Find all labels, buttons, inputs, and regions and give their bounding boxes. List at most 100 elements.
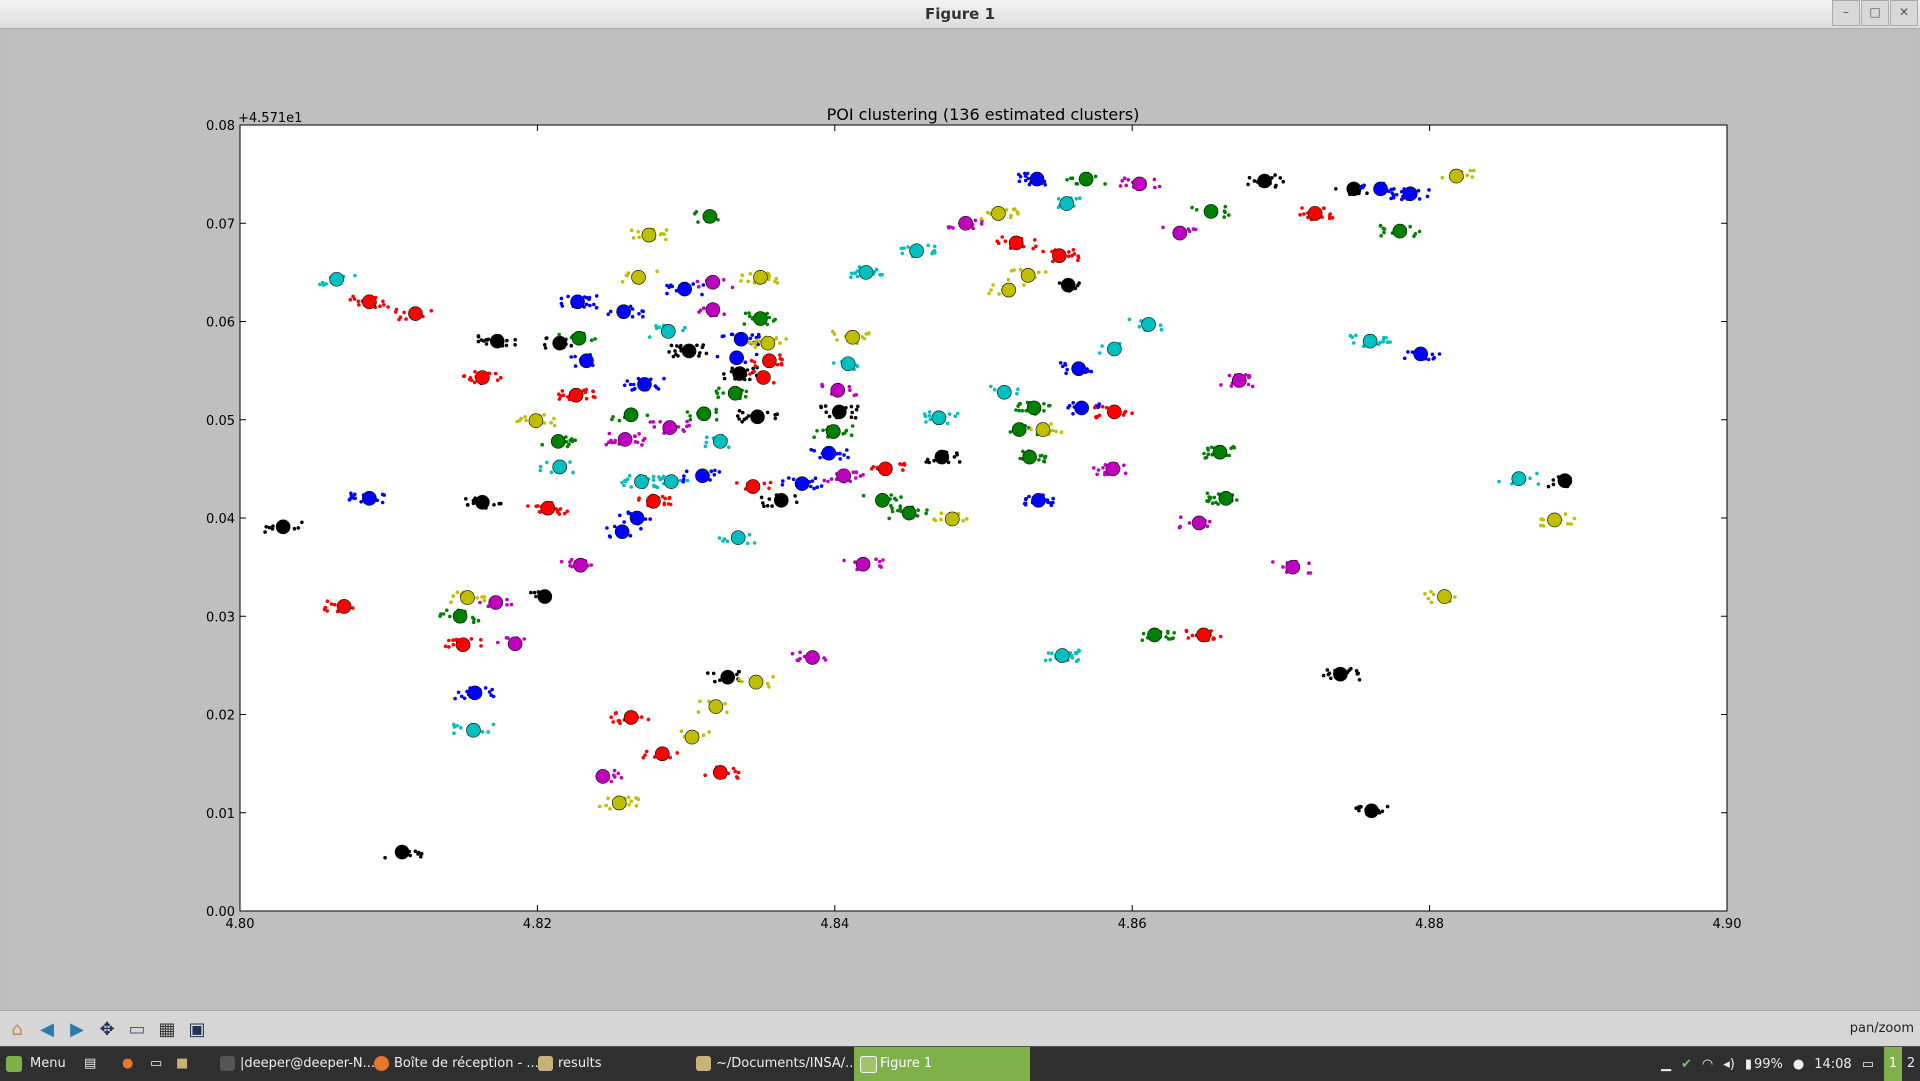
cluster-centroid[interactable] <box>634 474 649 489</box>
cluster-centroid[interactable] <box>570 294 585 310</box>
battery-icon[interactable]: ▮ <box>1745 1057 1752 1072</box>
cluster-centroid[interactable] <box>831 404 847 420</box>
cluster-centroid[interactable] <box>475 370 490 385</box>
cluster-centroid[interactable] <box>1257 173 1272 189</box>
cluster-centroid[interactable] <box>855 556 871 572</box>
cluster-centroid[interactable] <box>1147 627 1162 643</box>
cluster-centroid[interactable] <box>641 227 657 243</box>
cluster-centroid[interactable] <box>1333 666 1348 682</box>
cluster-centroid[interactable] <box>1011 422 1027 437</box>
cluster-centroid[interactable] <box>568 387 584 403</box>
cluster-centroid[interactable] <box>489 333 505 349</box>
cluster-centroid[interactable] <box>1402 186 1418 202</box>
cluster-centroid[interactable] <box>805 650 820 665</box>
cluster-centroid[interactable] <box>836 468 852 484</box>
cluster-centroid[interactable] <box>1105 461 1121 477</box>
cluster-centroid[interactable] <box>1285 559 1301 575</box>
cluster-centroid[interactable] <box>467 685 483 701</box>
cluster-centroid[interactable] <box>1511 471 1527 487</box>
cluster-centroid[interactable] <box>875 493 890 508</box>
cluster-centroid[interactable] <box>646 493 661 509</box>
cluster-centroid[interactable] <box>1231 373 1247 388</box>
clock[interactable]: 14:08 <box>1814 1057 1851 1072</box>
cluster-centroid[interactable] <box>1392 223 1408 239</box>
cluster-centroid[interactable] <box>997 384 1012 400</box>
cluster-centroid[interactable] <box>713 434 728 449</box>
cluster-centroid[interactable] <box>1029 171 1045 187</box>
task-documents[interactable]: ~/Documents/INSA/... <box>690 1047 876 1081</box>
cluster-centroid[interactable] <box>631 269 646 285</box>
cluster-centroid[interactable] <box>623 710 639 725</box>
cluster-centroid[interactable] <box>878 461 893 477</box>
cluster-centroid[interactable] <box>1074 400 1089 416</box>
cluster-centroid[interactable] <box>452 608 468 624</box>
cluster-centroid[interactable] <box>753 311 768 326</box>
cluster-centroid[interactable] <box>696 406 712 422</box>
cluster-centroid[interactable] <box>1196 627 1211 643</box>
cluster-centroid[interactable] <box>1001 282 1017 298</box>
cluster-centroid[interactable] <box>1071 361 1086 376</box>
cluster-centroid[interactable] <box>663 474 679 489</box>
cluster-centroid[interactable] <box>695 468 710 484</box>
cluster-centroid[interactable] <box>408 306 423 321</box>
cluster-centroid[interactable] <box>1060 277 1076 293</box>
cluster-centroid[interactable] <box>729 350 744 366</box>
cluster-centroid[interactable] <box>901 505 917 521</box>
cluster-centroid[interactable] <box>362 294 377 310</box>
cluster-centroid[interactable] <box>705 302 721 318</box>
cluster-centroid[interactable] <box>1373 181 1388 197</box>
workspace-1[interactable]: 1 <box>1884 1047 1902 1081</box>
cluster-centroid[interactable] <box>991 206 1006 221</box>
cluster-centroid[interactable] <box>571 330 587 346</box>
launcher-files-icon[interactable]: ▤ <box>84 1047 96 1081</box>
cluster-centroid[interactable] <box>662 420 678 435</box>
cluster-centroid[interactable] <box>528 413 544 429</box>
cluster-centroid[interactable] <box>507 636 523 652</box>
cluster-centroid[interactable] <box>745 479 761 494</box>
cluster-centroid[interactable] <box>611 795 627 811</box>
cluster-centroid[interactable] <box>1008 235 1024 251</box>
cluster-centroid[interactable] <box>540 500 556 516</box>
workspace-2[interactable]: 2 <box>1902 1047 1920 1081</box>
cluster-centroid[interactable] <box>1557 473 1573 488</box>
cluster-centroid[interactable] <box>637 377 652 392</box>
cluster-centroid[interactable] <box>1052 248 1067 263</box>
cluster-centroid[interactable] <box>573 557 588 573</box>
cluster-centroid[interactable] <box>944 511 960 527</box>
cluster-centroid[interactable] <box>460 590 475 605</box>
cluster-centroid[interactable] <box>750 409 765 425</box>
shield-icon[interactable]: ✔ <box>1681 1057 1692 1072</box>
launcher-folder-icon[interactable]: ■ <box>176 1047 188 1081</box>
cluster-centroid[interactable] <box>1035 422 1051 437</box>
subplots-icon[interactable]: ▦ <box>154 1016 180 1042</box>
back-icon[interactable]: ◀ <box>34 1016 60 1042</box>
cluster-centroid[interactable] <box>909 243 924 259</box>
zoom-icon[interactable]: ▭ <box>124 1016 150 1042</box>
task-figure-1[interactable]: Figure 1 <box>854 1047 1030 1081</box>
cluster-centroid[interactable] <box>821 445 837 461</box>
cluster-centroid[interactable] <box>958 215 973 231</box>
cluster-centroid[interactable] <box>550 434 566 449</box>
cluster-centroid[interactable] <box>1191 515 1207 531</box>
cluster-centroid[interactable] <box>730 530 746 545</box>
cluster-centroid[interactable] <box>579 353 594 369</box>
volume-icon[interactable]: ◂) <box>1723 1057 1735 1072</box>
home-icon[interactable]: ⌂ <box>4 1016 30 1042</box>
cluster-centroid[interactable] <box>705 274 721 290</box>
user-icon[interactable]: ● <box>1793 1057 1804 1072</box>
cluster-centroid[interactable] <box>1107 341 1122 357</box>
cluster-centroid[interactable] <box>1307 206 1323 221</box>
cluster-centroid[interactable] <box>617 432 633 447</box>
cluster-centroid[interactable] <box>702 209 718 224</box>
cluster-centroid[interactable] <box>826 424 841 439</box>
cluster-centroid[interactable] <box>616 304 631 319</box>
cluster-centroid[interactable] <box>1547 512 1562 528</box>
cluster-centroid[interactable] <box>466 722 481 738</box>
cluster-centroid[interactable] <box>762 353 777 369</box>
cluster-centroid[interactable] <box>753 269 768 285</box>
cluster-centroid[interactable] <box>708 699 724 714</box>
cluster-centroid[interactable] <box>1078 171 1094 187</box>
cluster-centroid[interactable] <box>840 356 856 372</box>
cluster-centroid[interactable] <box>1031 493 1046 508</box>
cluster-centroid[interactable] <box>830 382 846 398</box>
